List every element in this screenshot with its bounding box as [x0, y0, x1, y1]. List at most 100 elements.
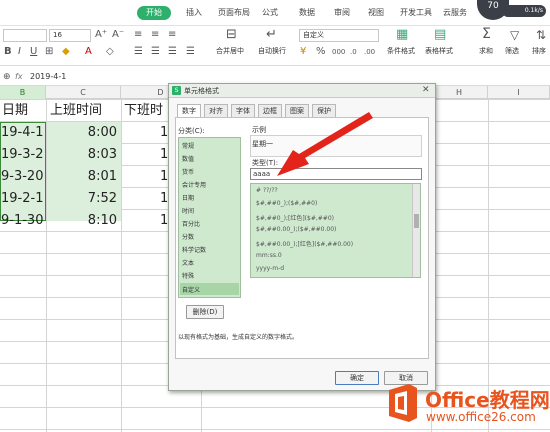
- delete-button[interactable]: 删除(D): [186, 305, 224, 319]
- list-item[interactable]: $#,##0_);[红色]($#,##0): [256, 213, 334, 222]
- list-item[interactable]: 日期: [182, 193, 194, 202]
- cell-start[interactable]: 8:10: [47, 210, 117, 232]
- tab-review[interactable]: 审阅: [334, 7, 350, 18]
- thousands-icon[interactable]: 000: [332, 47, 345, 57]
- increase-decimal-icon[interactable]: .0: [350, 47, 357, 57]
- auto-wrap-icon[interactable]: ↵: [266, 28, 277, 41]
- list-item[interactable]: 时间: [182, 206, 194, 215]
- sum-icon[interactable]: Σ: [482, 27, 491, 41]
- list-item[interactable]: 分数: [182, 232, 194, 241]
- cell-date[interactable]: 19-2-1: [1, 188, 43, 210]
- format-list-scrollbar[interactable]: [412, 184, 420, 277]
- list-item[interactable]: # ??/??: [256, 187, 278, 194]
- zoom-icon[interactable]: ⊕: [3, 72, 11, 82]
- cell-date[interactable]: 9-1-30: [1, 210, 43, 232]
- conditional-format-button[interactable]: 条件格式: [387, 46, 415, 56]
- col-header-i[interactable]: I: [488, 86, 550, 99]
- shrink-font-icon[interactable]: A⁻: [112, 30, 124, 40]
- percent-icon[interactable]: %: [316, 47, 326, 57]
- align-top-icon[interactable]: ≡: [134, 30, 142, 40]
- tab-formulas[interactable]: 公式: [262, 7, 278, 18]
- number-format-select[interactable]: 自定义: [299, 29, 379, 42]
- table-style-button[interactable]: 表格样式: [425, 46, 453, 56]
- font-name-select[interactable]: [3, 29, 47, 42]
- merge-center-button[interactable]: 合并居中: [216, 46, 244, 56]
- align-bottom-icon[interactable]: ≡: [168, 30, 176, 40]
- table-style-icon[interactable]: ▤: [434, 28, 446, 41]
- red-arrow-annotation: [277, 112, 373, 176]
- tab-developer[interactable]: 开发工具: [400, 7, 432, 18]
- cell-date[interactable]: 9-3-20: [1, 166, 43, 188]
- header-date[interactable]: 日期: [2, 100, 28, 122]
- underline-icon[interactable]: U: [30, 47, 37, 57]
- font-color-icon[interactable]: A: [85, 47, 92, 57]
- filter-icon[interactable]: ▽: [510, 29, 519, 41]
- cpu-gauge: 70: [477, 0, 509, 20]
- tab-cloud[interactable]: 云服务: [443, 7, 467, 18]
- tab-view[interactable]: 视图: [368, 7, 384, 18]
- close-icon[interactable]: ✕: [422, 85, 430, 95]
- cell-start[interactable]: 7:52: [47, 188, 117, 210]
- tab-number[interactable]: 数字: [177, 104, 201, 118]
- currency-icon[interactable]: ¥: [300, 47, 306, 57]
- format-list[interactable]: # ??/?? $#,##0_);($#,##0) $#,##0_);[红色](…: [250, 183, 421, 278]
- grow-font-icon[interactable]: A⁺: [95, 30, 107, 40]
- category-list[interactable]: 常规 数值 货币 会计专用 日期 时间 百分比 分数 科学记数 文本 特殊 自定…: [178, 137, 241, 298]
- tab-data[interactable]: 数据: [299, 7, 315, 18]
- list-item[interactable]: 百分比: [182, 219, 200, 228]
- list-item[interactable]: yyyy-m-d: [256, 265, 284, 272]
- header-start-time[interactable]: 上班时间: [50, 100, 102, 122]
- cell-date[interactable]: 19-3-2: [1, 144, 43, 166]
- conditional-format-icon[interactable]: ▦: [396, 28, 408, 41]
- list-item[interactable]: mm:ss.0: [256, 252, 282, 259]
- sort-icon[interactable]: ⇅: [536, 29, 546, 41]
- scroll-thumb[interactable]: [414, 214, 419, 228]
- dialog-titlebar[interactable]: S 单元格格式 ✕: [169, 84, 435, 98]
- distributed-icon[interactable]: ☰: [186, 47, 195, 57]
- list-item[interactable]: 会计专用: [182, 180, 206, 189]
- header-end-time[interactable]: 下班时: [124, 100, 163, 122]
- filter-button[interactable]: 筛选: [505, 46, 519, 56]
- list-item[interactable]: 文本: [182, 258, 194, 267]
- list-item-custom[interactable]: 自定义: [182, 285, 200, 294]
- tab-font[interactable]: 字体: [231, 104, 255, 117]
- list-item[interactable]: 科学记数: [182, 245, 206, 254]
- custom-format-description: 以现有格式为基础，生成自定义的数字格式。: [178, 334, 299, 341]
- bold-icon[interactable]: B: [4, 47, 12, 57]
- list-item[interactable]: 货币: [182, 167, 194, 176]
- col-header-h[interactable]: H: [431, 86, 488, 99]
- formula-input[interactable]: 2019-4-1: [30, 70, 540, 83]
- decrease-decimal-icon[interactable]: .00: [364, 47, 375, 57]
- cell-start[interactable]: 8:03: [47, 144, 117, 166]
- ok-button[interactable]: 确定: [335, 371, 379, 385]
- tab-alignment[interactable]: 对齐: [204, 104, 228, 117]
- cell-date[interactable]: 19-4-1: [1, 122, 43, 144]
- list-item[interactable]: $#,##0.00_);[红色]($#,##0.00): [256, 239, 353, 248]
- tab-home[interactable]: 开始: [137, 6, 171, 20]
- col-header-c[interactable]: C: [46, 86, 121, 99]
- align-middle-icon[interactable]: ≡: [151, 30, 159, 40]
- col-header-b[interactable]: B: [0, 86, 46, 99]
- clear-format-icon[interactable]: ◇: [106, 47, 114, 57]
- sort-button[interactable]: 排序: [532, 46, 546, 56]
- align-right-icon[interactable]: ☰: [168, 47, 177, 57]
- italic-icon[interactable]: I: [18, 47, 21, 57]
- tab-page-layout[interactable]: 页面布局: [218, 7, 250, 18]
- border-icon[interactable]: ⊞: [45, 47, 53, 57]
- list-item[interactable]: 数值: [182, 154, 194, 163]
- merge-center-icon[interactable]: ⊟: [226, 28, 237, 41]
- list-item[interactable]: 特殊: [182, 271, 194, 280]
- tab-insert[interactable]: 插入: [186, 7, 202, 18]
- fill-color-icon[interactable]: ◆: [62, 47, 70, 57]
- sum-button[interactable]: 求和: [479, 46, 493, 56]
- font-size-select[interactable]: 16: [49, 29, 91, 42]
- align-left-icon[interactable]: ☰: [134, 47, 143, 57]
- cell-start[interactable]: 8:00: [47, 122, 117, 144]
- list-item[interactable]: $#,##0.00_);($#,##0.00): [256, 226, 336, 233]
- list-item[interactable]: 常规: [182, 141, 194, 150]
- auto-wrap-button[interactable]: 自动换行: [258, 46, 286, 56]
- list-item[interactable]: $#,##0_);($#,##0): [256, 200, 317, 207]
- align-center-icon[interactable]: ☰: [151, 47, 160, 57]
- fx-icon[interactable]: fx: [15, 72, 23, 81]
- cell-start[interactable]: 8:01: [47, 166, 117, 188]
